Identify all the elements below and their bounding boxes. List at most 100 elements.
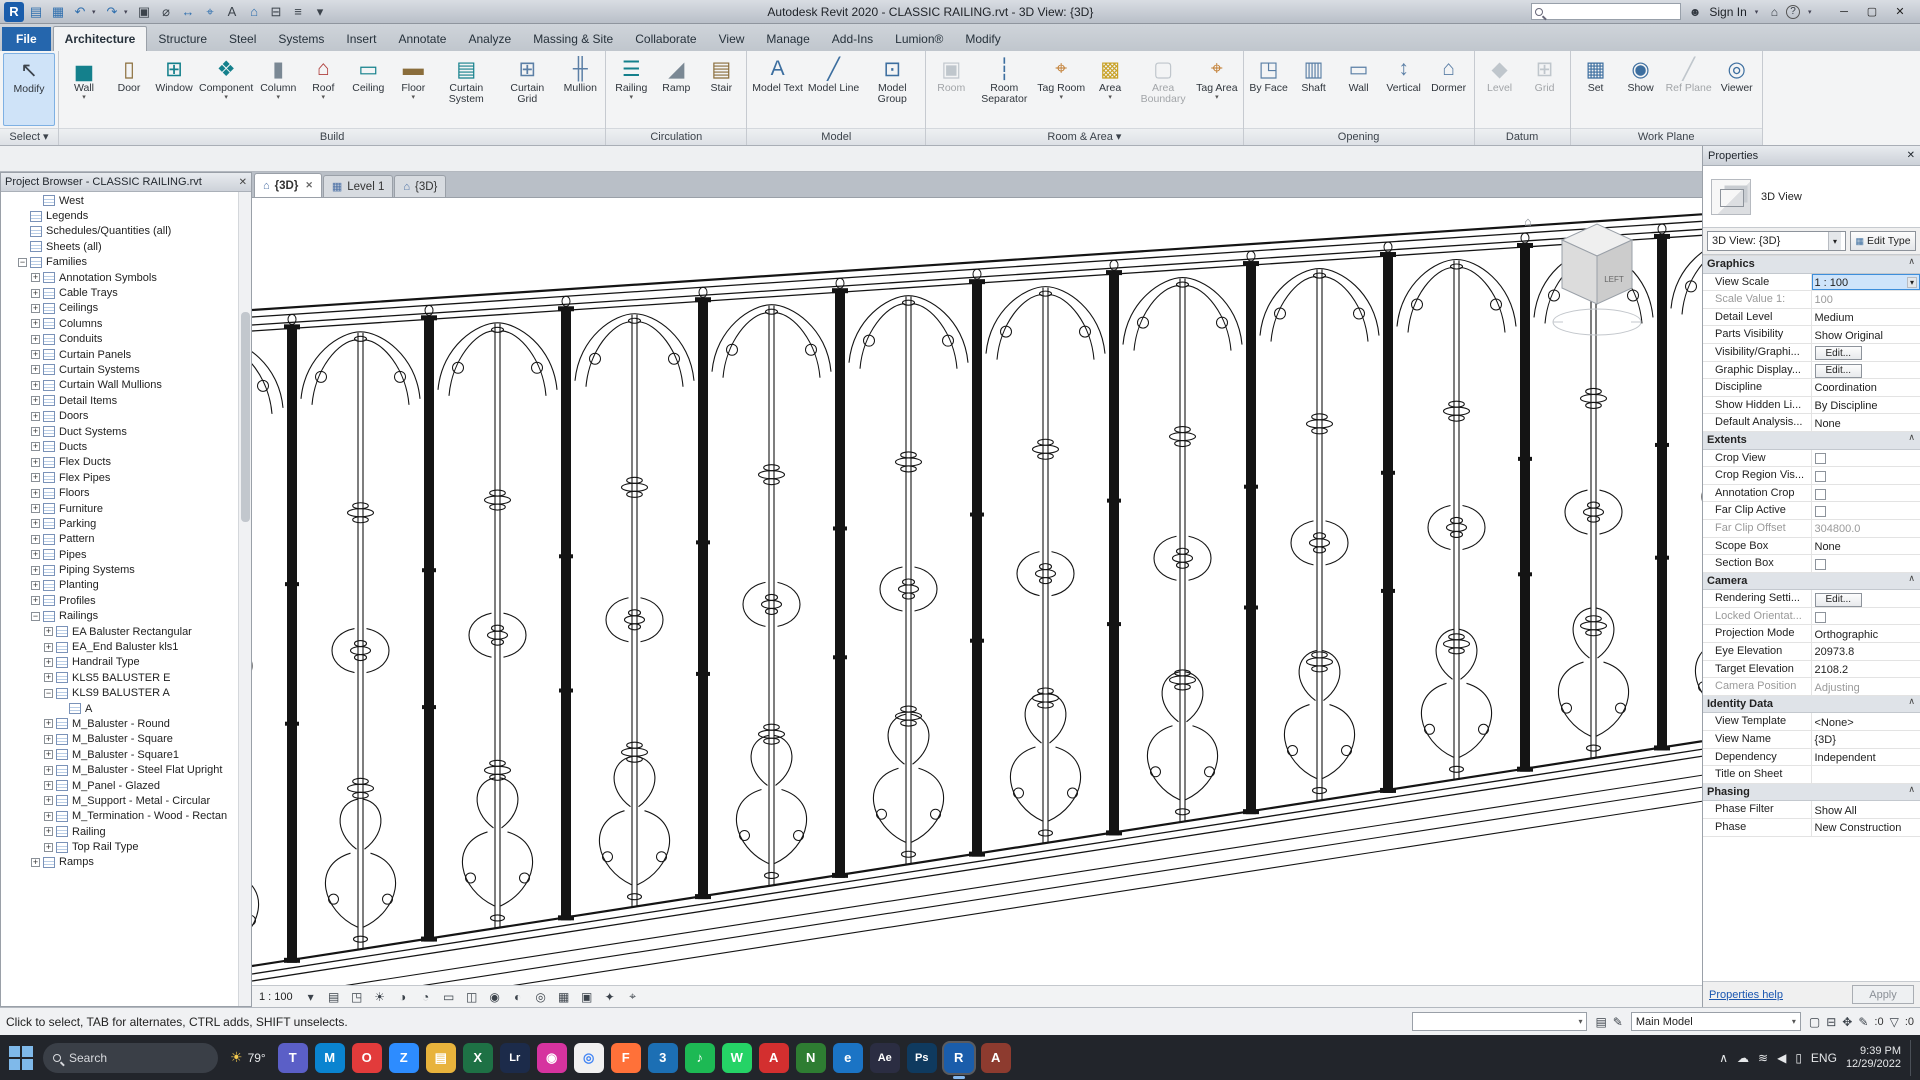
property-value[interactable]: By Discipline [1812,397,1920,414]
chevron-down-icon[interactable]: ▾ [1906,277,1917,289]
tree-expander-icon[interactable]: + [44,657,53,667]
redo-icon[interactable]: ↷ [102,2,122,22]
panel-label[interactable]: Opening [1243,128,1474,145]
tree-expander-icon[interactable]: + [31,457,40,467]
tag-area-button[interactable]: ⌖ Tag Area ▾ [1194,53,1239,126]
mullion-button[interactable]: ╫ Mullion [558,53,602,126]
restore-button[interactable]: ▢ [1858,1,1886,23]
properties-close-icon[interactable]: ✕ [1907,150,1915,161]
crop-region-visibility-icon[interactable]: ◫ [464,990,480,1004]
tree-item-families[interactable]: − Families [1,255,251,270]
tree-item-handrail-type[interactable]: + Handrail Type [1,655,251,670]
model-line-button[interactable]: ╱ Model Line [806,53,861,126]
tree-expander-icon[interactable]: + [31,550,40,560]
collapse-icon[interactable]: ∧ [1903,573,1920,590]
sun-path-icon[interactable]: ☀ [372,990,388,1004]
autocad-taskbar-icon[interactable]: A [980,1042,1011,1073]
tag-room-button[interactable]: ⌖ Tag Room ▾ [1035,53,1087,126]
network-icon[interactable]: ≋ [1758,1051,1768,1065]
excel-taskbar-icon[interactable]: X [462,1042,493,1073]
tree-item-ducts[interactable]: + Ducts [1,439,251,454]
tree-expander-icon[interactable]: + [31,365,40,375]
default-3d-view-icon[interactable]: ⌂ [244,2,264,22]
tree-expander-icon[interactable]: + [31,319,40,329]
tree-expander-icon[interactable]: + [31,596,40,606]
tree-item-kls9-baluster-a[interactable]: − KLS9 BALUSTER A [1,686,251,701]
property-value[interactable]: Edit... [1812,590,1920,607]
tree-expander-icon[interactable]: + [31,273,40,283]
ribbon-tab-add-ins[interactable]: Add-Ins [821,27,884,51]
column-button[interactable]: ▮ Column ▾ [256,53,300,126]
property-value[interactable]: New Construction [1812,819,1920,836]
tree-expander-icon[interactable]: + [31,488,40,498]
zoom-taskbar-icon[interactable]: Z [388,1042,419,1073]
tree-item-doors[interactable]: + Doors [1,408,251,423]
property-value[interactable] [1812,555,1920,572]
tree-item-duct-systems[interactable]: + Duct Systems [1,424,251,439]
property-value[interactable]: Medium [1812,309,1920,326]
type-selector[interactable]: 3D View: {3D} ▾ [1707,231,1846,251]
view-tab-close-icon[interactable]: ✕ [305,180,313,191]
file-explorer-taskbar-icon[interactable]: ▤ [425,1042,456,1073]
tree-expander-icon[interactable]: + [44,842,53,852]
teams-taskbar-icon[interactable]: T [277,1042,308,1073]
checkbox-unchecked[interactable] [1814,558,1826,570]
home-icon[interactable]: ⌂ [1524,214,1532,229]
panel-label[interactable]: Model [747,128,926,145]
view-tab-1[interactable]: ▦ Level 1 [322,175,394,197]
property-value[interactable]: Coordination [1812,379,1920,396]
opera-taskbar-icon[interactable]: O [351,1042,382,1073]
tree-expander-icon[interactable]: − [18,257,27,267]
open-icon[interactable]: ▤ [26,2,46,22]
property-value[interactable]: 2108.2 [1812,661,1920,678]
reveal-constraints-icon[interactable]: ⌖ [625,989,641,1004]
edit-type-button[interactable]: ▦ Edit Type [1850,231,1916,251]
model-text-button[interactable]: A Model Text [750,53,805,126]
collapse-icon[interactable]: ∧ [1903,432,1920,449]
ribbon-tab-annotate[interactable]: Annotate [387,27,457,51]
minimize-button[interactable]: ─ [1830,1,1858,23]
property-value[interactable]: Independent [1812,749,1920,766]
tree-item-curtain-systems[interactable]: + Curtain Systems [1,362,251,377]
component-button[interactable]: ❖ Component ▾ [197,53,255,126]
property-value[interactable]: Edit... [1812,344,1920,361]
edit-button[interactable]: Edit... [1814,346,1863,361]
viewer-button[interactable]: ◎ Viewer [1715,53,1759,126]
railing-button[interactable]: ☰ Railing ▾ [609,53,653,126]
tree-item-conduits[interactable]: + Conduits [1,332,251,347]
tree-item-flex-pipes[interactable]: + Flex Pipes [1,470,251,485]
after-effects-taskbar-icon[interactable]: Ae [869,1042,900,1073]
tree-expander-icon[interactable]: + [31,580,40,590]
chevron-down-icon[interactable]: ▾ [1828,232,1841,250]
property-value[interactable] [1812,485,1920,502]
tree-expander-icon[interactable]: + [31,519,40,529]
panel-label[interactable]: Select ▾ [0,128,58,145]
tree-expander-icon[interactable]: + [31,427,40,437]
tree-item-railing[interactable]: + Railing [1,824,251,839]
by-face-button[interactable]: ◳ By Face [1247,53,1291,126]
dormer-button[interactable]: ⌂ Dormer [1427,53,1471,126]
tree-item-annotation-symbols[interactable]: + Annotation Symbols [1,270,251,285]
tree-item-ea-baluster-rectangular[interactable]: + EA Baluster Rectangular [1,624,251,639]
drawing-area[interactable]: ⌂ LEFT [252,198,1702,985]
print-icon[interactable]: ▣ [134,2,154,22]
lightroom-taskbar-icon[interactable]: Lr [499,1042,530,1073]
modify-button[interactable]: ↖ Modify [3,53,55,126]
panel-label[interactable]: Work Plane [1570,128,1762,145]
ramp-button[interactable]: ◢ Ramp [654,53,698,126]
section-header-extents[interactable]: Extents ∧ [1703,431,1920,450]
tree-item-ea-end-baluster-kls1[interactable]: + EA_End Baluster kls1 [1,639,251,654]
sign-in-button[interactable]: Sign In [1709,5,1746,19]
property-value[interactable]: None [1812,414,1920,431]
tree-expander-icon[interactable]: + [31,565,40,575]
tree-item-planting[interactable]: + Planting [1,578,251,593]
chevron-down-icon[interactable]: ▾ [1786,1017,1796,1026]
tree-item-profiles[interactable]: + Profiles [1,593,251,608]
volume-icon[interactable]: ◀ [1777,1051,1786,1065]
tree-item-top-rail-type[interactable]: + Top Rail Type [1,839,251,854]
ribbon-tab-insert[interactable]: Insert [335,27,387,51]
clock[interactable]: 9:39 PM 12/29/2022 [1846,1045,1901,1071]
panel-label[interactable]: Datum [1474,128,1570,145]
wall-button[interactable]: ▅ Wall ▾ [62,53,106,126]
acrobat-taskbar-icon[interactable]: A [758,1042,789,1073]
